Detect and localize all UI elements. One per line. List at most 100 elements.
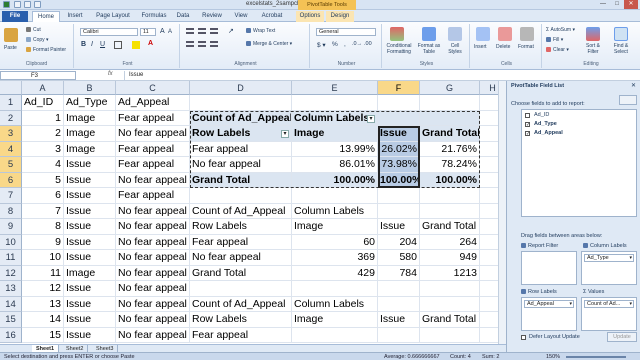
cell-g15[interactable]: Grand Total	[420, 312, 480, 328]
cell-f8[interactable]	[378, 203, 420, 219]
row-header-6[interactable]: 6	[0, 172, 22, 188]
format-painter-button[interactable]: Format Painter	[26, 47, 66, 53]
cell-f14[interactable]	[378, 296, 420, 312]
redo-icon[interactable]	[34, 1, 41, 8]
cell-e11[interactable]: 369	[292, 250, 378, 266]
values-area[interactable]: Count of Ad... ▾	[581, 297, 637, 331]
tab-home[interactable]: Home	[32, 11, 60, 22]
cell-g14[interactable]	[420, 296, 480, 312]
cell-c11[interactable]: No fear appeal	[116, 250, 190, 266]
column-header-b[interactable]: B	[64, 81, 116, 95]
paste-icon[interactable]	[4, 28, 18, 42]
wrap-text-button[interactable]: Wrap Text	[246, 28, 275, 34]
cell-d11[interactable]: No fear appeal	[190, 250, 292, 266]
row-header-10[interactable]: 10	[0, 234, 22, 250]
tab-formulas[interactable]: Formulas	[138, 11, 170, 22]
cell-e5[interactable]: 86.01%	[292, 157, 378, 173]
tab-data[interactable]: Data	[172, 11, 194, 22]
cell-a3[interactable]: 2	[22, 126, 64, 142]
tab-options[interactable]: Options	[296, 11, 324, 22]
cell-e6[interactable]: 100.00%	[292, 172, 378, 188]
row-field-pill[interactable]: Ad_Appeal ▾	[524, 300, 574, 308]
cell-g3[interactable]: Grand Total	[420, 126, 480, 142]
defer-update-checkbox[interactable]	[521, 335, 526, 340]
cell-b11[interactable]: Issue	[64, 250, 116, 266]
cell-c2[interactable]: Fear appeal	[116, 110, 190, 126]
cell-d12[interactable]: Grand Total	[190, 265, 292, 281]
layout-options-icon[interactable]	[619, 95, 637, 105]
cell-c6[interactable]: No fear appeal	[116, 172, 190, 188]
cell-g7[interactable]	[420, 188, 480, 204]
cell-b14[interactable]: Issue	[64, 296, 116, 312]
minimize-button[interactable]: —	[596, 0, 610, 9]
cell-b7[interactable]: Issue	[64, 188, 116, 204]
cell-e10[interactable]: 60	[292, 234, 378, 250]
cell-b1[interactable]: Ad_Type	[64, 95, 116, 111]
cell-d8[interactable]: Count of Ad_Appeal	[190, 203, 292, 219]
row-header-2[interactable]: 2	[0, 110, 22, 126]
autosum-button[interactable]: Σ AutoSum ▾	[546, 27, 575, 33]
sort-filter-button[interactable]: Sort & Filter	[582, 43, 604, 55]
row-header-1[interactable]: 1	[0, 95, 22, 111]
cell-f9[interactable]: Issue	[378, 219, 420, 235]
cell-g9[interactable]: Grand Total	[420, 219, 480, 235]
column-header-d[interactable]: D	[190, 81, 292, 95]
tab-acrobat[interactable]: Acrobat	[256, 11, 288, 22]
row-header-13[interactable]: 13	[0, 281, 22, 297]
cell-g16[interactable]	[420, 327, 480, 343]
italic-icon[interactable]: I	[91, 41, 93, 48]
field-ad-type[interactable]: Ad_Type	[534, 121, 557, 127]
underline-icon[interactable]: U	[100, 41, 105, 48]
cell-b3[interactable]: Image	[64, 126, 116, 142]
row-header-16[interactable]: 16	[0, 327, 22, 343]
cell-f7[interactable]	[378, 188, 420, 204]
cell-b5[interactable]: Issue	[64, 157, 116, 173]
cell-d16[interactable]: Fear appeal	[190, 327, 292, 343]
column-header-a[interactable]: A	[22, 81, 64, 95]
cell-f15[interactable]: Issue	[378, 312, 420, 328]
cell-d15[interactable]: Row Labels	[190, 312, 292, 328]
select-all-corner[interactable]	[0, 81, 22, 95]
row-header-4[interactable]: 4	[0, 141, 22, 157]
grow-font-icon[interactable]: A	[160, 28, 165, 35]
cell-g6[interactable]: 100.00%	[420, 172, 480, 188]
fill-button[interactable]: Fill ▾	[546, 37, 563, 43]
cell-a15[interactable]: 14	[22, 312, 64, 328]
row-header-15[interactable]: 15	[0, 312, 22, 328]
field-checkbox-ad-id[interactable]	[525, 113, 530, 118]
cell-d3[interactable]: Row Labels	[190, 126, 292, 142]
cell-d14[interactable]: Count of Ad_Appeal	[190, 296, 292, 312]
cell-b15[interactable]: Issue	[64, 312, 116, 328]
cell-a16[interactable]: 15	[22, 327, 64, 343]
cell-b2[interactable]: Image	[64, 110, 116, 126]
panel-close-icon[interactable]: ✕	[631, 82, 636, 89]
cell-g2[interactable]	[420, 110, 480, 126]
cell-a13[interactable]: 12	[22, 281, 64, 297]
cell-d5[interactable]: No fear appeal	[190, 157, 292, 173]
row-header-9[interactable]: 9	[0, 219, 22, 235]
align-top-icon[interactable]	[186, 28, 194, 34]
cell-g10[interactable]: 264	[420, 234, 480, 250]
cell-a10[interactable]: 9	[22, 234, 64, 250]
cell-c12[interactable]: No fear appeal	[116, 265, 190, 281]
shrink-font-icon[interactable]: A	[168, 29, 172, 35]
field-checkbox-ad-appeal[interactable]: ✓	[525, 131, 530, 137]
clear-button[interactable]: Clear ▾	[546, 47, 569, 53]
cell-g12[interactable]: 1213	[420, 265, 480, 281]
copy-button[interactable]: Copy ▾	[26, 37, 49, 43]
name-box[interactable]: F3	[0, 71, 76, 80]
tab-file[interactable]: File	[2, 11, 28, 22]
cell-a7[interactable]: 6	[22, 188, 64, 204]
format-as-table-button[interactable]: Format as Table	[416, 43, 442, 55]
cell-f2[interactable]	[378, 110, 420, 126]
values-field-pill[interactable]: Count of Ad... ▾	[584, 300, 634, 308]
cell-b12[interactable]: Image	[64, 265, 116, 281]
cell-f13[interactable]	[378, 281, 420, 297]
cell-a4[interactable]: 3	[22, 141, 64, 157]
field-ad-id[interactable]: Ad_ID	[534, 112, 549, 118]
cell-b9[interactable]: Issue	[64, 219, 116, 235]
cell-e7[interactable]	[292, 188, 378, 204]
column-labels-area[interactable]: Ad_Type ▾	[581, 251, 637, 285]
cell-b16[interactable]: Issue	[64, 327, 116, 343]
row-header-5[interactable]: 5	[0, 157, 22, 173]
